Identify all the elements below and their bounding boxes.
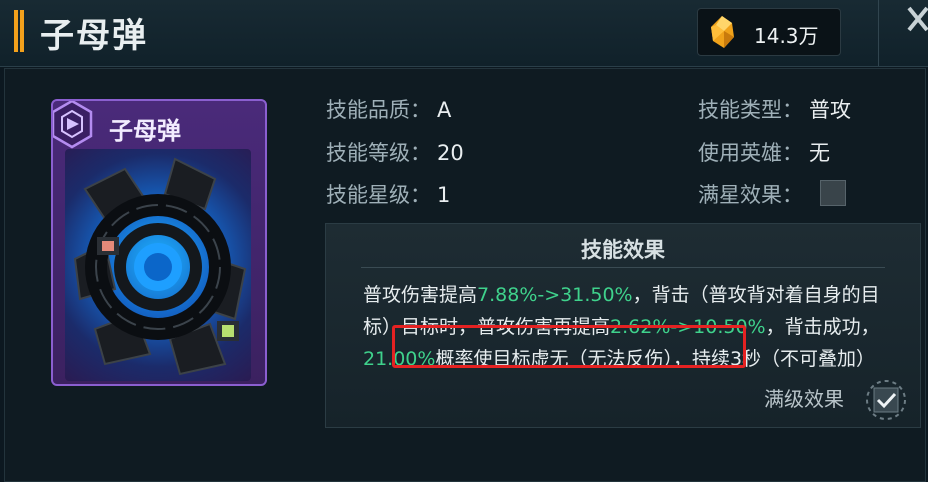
stat-level-value: 20 <box>437 141 464 165</box>
skill-artwork <box>65 149 251 381</box>
crystal-icon <box>711 16 734 48</box>
title-accent-bar <box>14 10 24 52</box>
stat-max-star: 满星效果： <box>698 179 803 209</box>
stat-max-star-label: 满星效果： <box>698 183 803 207</box>
stat-type-value: 普攻 <box>809 98 851 122</box>
stat-hero: 使用英雄：无 <box>698 137 830 167</box>
effect-value-1: 7.88%->31.50% <box>477 284 633 306</box>
stat-hero-value: 无 <box>809 141 830 165</box>
stat-type-label: 技能类型： <box>698 98 803 122</box>
currency-display: 14.3万 <box>697 8 841 56</box>
currency-amount: 14.3万 <box>754 24 819 48</box>
max-level-effect-label: 满级效果 <box>764 387 844 411</box>
stat-quality-value: A <box>437 98 452 122</box>
skill-card: 子母弹 <box>51 99 267 386</box>
stat-star: 技能星级： 1 <box>326 179 450 209</box>
annotation-highlight-box <box>392 325 746 368</box>
stat-quality: 技能品质： A <box>326 94 451 124</box>
stat-level: 技能等级： 20 <box>326 137 464 167</box>
effect-title: 技能效果 <box>581 238 665 262</box>
divider <box>361 267 885 268</box>
stat-type: 技能类型： 普攻 <box>698 94 851 124</box>
close-button[interactable] <box>878 0 928 66</box>
effect-text-3: ，背击成功， <box>765 316 880 338</box>
card-title: 子母弹 <box>109 116 181 145</box>
stat-star-label: 技能星级： <box>326 183 431 207</box>
skill-type-badge-icon <box>53 101 93 149</box>
cluster-bomb-image <box>73 157 247 376</box>
effect-text-1: 普攻伤害提高 <box>363 284 478 306</box>
close-icon <box>907 6 928 32</box>
page-title: 子母弹 <box>40 16 148 56</box>
stat-star-value: 1 <box>437 183 451 207</box>
header-bar: 子母弹 14.3万 <box>0 0 928 67</box>
max-star-checkbox[interactable] <box>820 180 846 206</box>
stat-level-label: 技能等级： <box>326 141 431 165</box>
stat-quality-label: 技能品质： <box>326 98 431 122</box>
stat-hero-label: 使用英雄： <box>698 141 803 165</box>
max-level-checkbox[interactable] <box>864 378 908 422</box>
